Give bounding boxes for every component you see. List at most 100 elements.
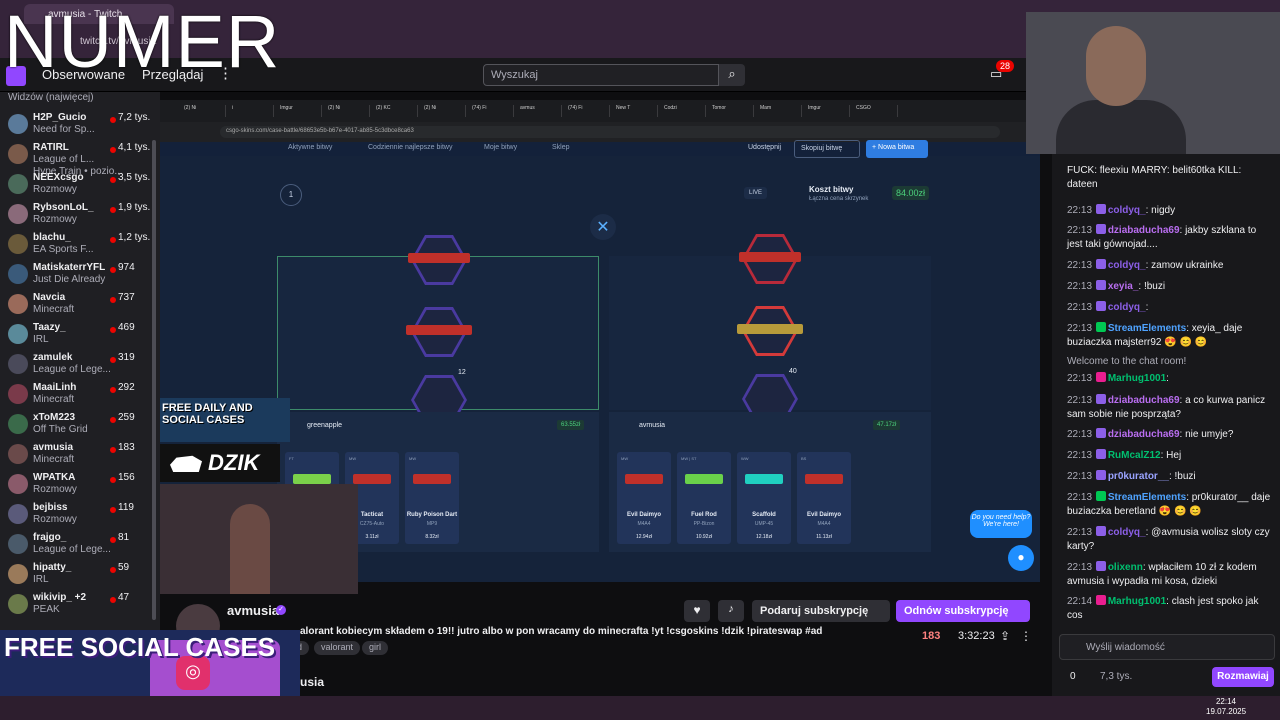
- sidebar-channel[interactable]: H2P_Gucio Need for Sp... 7,2 tys.: [0, 110, 160, 140]
- moderator-badge-icon: [1095, 322, 1106, 332]
- inner-browser-tab[interactable]: (2) KC: [372, 105, 418, 117]
- inner-browser-tab[interactable]: (2) Ni: [324, 105, 370, 117]
- dzik-text: DZIK: [208, 450, 260, 475]
- inner-browser-tab[interactable]: Tomor: [708, 105, 754, 117]
- sidebar-channel[interactable]: Navcia Minecraft 737: [0, 290, 160, 320]
- chat-username[interactable]: olixenn: [1108, 562, 1143, 573]
- sidebar-channel[interactable]: NEEXcsgo Rozmowy 3,5 tys.: [0, 170, 160, 200]
- chat-username[interactable]: coldyq_: [1108, 527, 1146, 538]
- stream-tag[interactable]: girl: [362, 641, 389, 655]
- chat-timestamp: 22:13: [1067, 373, 1093, 384]
- sidebar-channel[interactable]: MatiskaterrYFL Just Die Already 974: [0, 260, 160, 290]
- help-bubble[interactable]: Do you need help? We're here!: [970, 510, 1032, 538]
- chat-input[interactable]: Wyślij wiadomość: [1059, 634, 1275, 660]
- inner-browser-tab[interactable]: Imgur: [276, 105, 322, 117]
- chat-username[interactable]: coldyq_: [1108, 260, 1146, 271]
- new-battle-button[interactable]: + Nowa bitwa: [866, 140, 928, 158]
- weapon-icon: [745, 474, 783, 484]
- item-card[interactable]: MW | ST Fuel Rod PP-Bizon 10.92zł: [677, 452, 731, 544]
- channel-viewers: 319: [118, 352, 135, 363]
- chat-username[interactable]: dziabaducha69: [1108, 395, 1180, 406]
- inner-browser-tab[interactable]: Imgur: [804, 105, 850, 117]
- chat-username[interactable]: RuMcalZ12: [1108, 450, 1161, 461]
- chat-username[interactable]: coldyq_: [1108, 205, 1146, 216]
- item-card[interactable]: BS Evil Daimyo M4A4 11.13zł: [797, 452, 851, 544]
- chat-username[interactable]: dziabaducha69: [1108, 429, 1180, 440]
- nav-shop[interactable]: Sklep: [552, 144, 570, 151]
- inner-browser-tab[interactable]: avmus: [516, 105, 562, 117]
- more-options-icon[interactable]: ⋮: [1020, 629, 1032, 643]
- sidebar-channel[interactable]: MaaiLinh Minecraft 292: [0, 380, 160, 410]
- sidebar-channel[interactable]: frajgo_ League of Lege... 81: [0, 530, 160, 560]
- inner-browser-tab[interactable]: i: [228, 105, 274, 117]
- chat-username[interactable]: StreamElements: [1108, 492, 1186, 503]
- sub-badge-icon: [1095, 449, 1106, 459]
- chat-username[interactable]: Marhug1001: [1108, 596, 1166, 607]
- chat-username[interactable]: StreamElements: [1108, 323, 1186, 334]
- inner-browser-tab[interactable]: (2) Ni: [180, 105, 226, 117]
- inner-browser-tab[interactable]: (74) Fi: [468, 105, 514, 117]
- copy-battle-button[interactable]: Skopiuj bitwę: [794, 140, 860, 158]
- chat-username[interactable]: coldyq_: [1108, 302, 1146, 313]
- sidebar-channel[interactable]: zamulek League of Lege... 319: [0, 350, 160, 380]
- inner-browser-tab[interactable]: Codzi: [660, 105, 706, 117]
- weapon-icon: [353, 474, 391, 484]
- live-dot-icon: [110, 507, 116, 513]
- sidebar-channel[interactable]: bejbiss Rozmowy 119: [0, 500, 160, 530]
- sidebar-channel[interactable]: wikivip_ +2 PEAK 47: [0, 590, 160, 620]
- chat-timestamp: 22:13: [1067, 260, 1093, 271]
- item-card[interactable]: MW Evil Daimyo M4A4 12.94zł: [617, 452, 671, 544]
- sidebar-channel[interactable]: RATIRL League of L... 4,1 tys. Hype Train…: [0, 140, 160, 177]
- sidebar-channel[interactable]: avmusia Minecraft 183: [0, 440, 160, 470]
- channel-avatar: [8, 414, 28, 434]
- subscribe-button[interactable]: Odnów subskrypcję: [896, 600, 1030, 622]
- weapon-icon: [413, 474, 451, 484]
- inner-browser-tab[interactable]: New T: [612, 105, 658, 117]
- inner-browser-tab[interactable]: (74) Fi: [564, 105, 610, 117]
- inner-browser-tab[interactable]: Mam: [756, 105, 802, 117]
- support-chat-icon[interactable]: ●: [1008, 545, 1034, 571]
- stream-tag[interactable]: valorant: [314, 641, 361, 655]
- nav-my-battles[interactable]: Moje bitwy: [484, 144, 517, 151]
- item-card[interactable]: WW Scaffold UMP-45 12.18zł: [737, 452, 791, 544]
- sidebar-channel[interactable]: WPATKA Rozmowy 156: [0, 470, 160, 500]
- item-card[interactable]: MW Ruby Poison Dart MP9 8.32zł: [405, 452, 459, 544]
- free-daily-cases-overlay: FREE DAILY AND SOCIAL CASES: [160, 398, 290, 442]
- chat-text: : zamow ukrainke: [1145, 260, 1224, 271]
- nav-active-battles[interactable]: Aktywne bitwy: [288, 144, 332, 151]
- share-button[interactable]: Udostępnij: [748, 144, 781, 151]
- channel-name: wikivip_ +2: [33, 592, 87, 603]
- search-icon[interactable]: ⌕: [719, 64, 745, 86]
- chat-timestamp: 22:13: [1067, 395, 1093, 406]
- chat-username[interactable]: pr0kurator__: [1108, 471, 1169, 482]
- share-icon[interactable]: ⇪: [1000, 629, 1010, 643]
- chat-username[interactable]: dziabaducha69: [1108, 225, 1180, 236]
- chat-send-button[interactable]: Rozmawiaj: [1212, 667, 1274, 687]
- sidebar-channel[interactable]: RybsonLoL_ Rozmowy 1,9 tys.: [0, 200, 160, 230]
- item-name: Evil Daimyo: [626, 512, 661, 518]
- chat-username[interactable]: Marhug1001: [1108, 373, 1166, 384]
- inner-browser-tab[interactable]: CSGO: [852, 105, 898, 117]
- sidebar-channel[interactable]: Taazy_ IRL 469: [0, 320, 160, 350]
- notification-bell-icon[interactable]: ♪: [718, 600, 744, 622]
- sidebar-channel[interactable]: xToM223 Off The Grid 259: [0, 410, 160, 440]
- nav-daily-best[interactable]: Codziennie najlepsze bitwy: [368, 144, 452, 151]
- about-heading: usia: [300, 675, 325, 689]
- search-input[interactable]: Wyszukaj: [483, 64, 719, 86]
- chat-username[interactable]: xeyia_: [1108, 281, 1139, 292]
- inner-address-bar[interactable]: csgo-skins.com/case-battle/68653e5b-b67e…: [220, 126, 1000, 138]
- channel-game: Rozmowy: [33, 184, 77, 195]
- weapon-icon: [408, 253, 470, 263]
- channel-game: Need for Sp...: [33, 124, 95, 135]
- weapon-icon: [293, 474, 331, 484]
- inner-browser-tab[interactable]: (2) Ni: [420, 105, 466, 117]
- channel-avatar: [8, 444, 28, 464]
- gift-sub-button[interactable]: Podaruj subskrypcję: [752, 600, 890, 622]
- sidebar-channel[interactable]: hipatty_ IRL 59: [0, 560, 160, 590]
- chat-text: : !buzi: [1138, 281, 1166, 292]
- sidebar-channel[interactable]: blachu_ EA Sports F... 1,2 tys.: [0, 230, 160, 260]
- follow-heart-icon[interactable]: ♥: [684, 600, 710, 622]
- streamer-name[interactable]: avmusia: [227, 603, 279, 618]
- channel-points[interactable]: 0: [1070, 671, 1076, 682]
- channel-avatar: [8, 294, 28, 314]
